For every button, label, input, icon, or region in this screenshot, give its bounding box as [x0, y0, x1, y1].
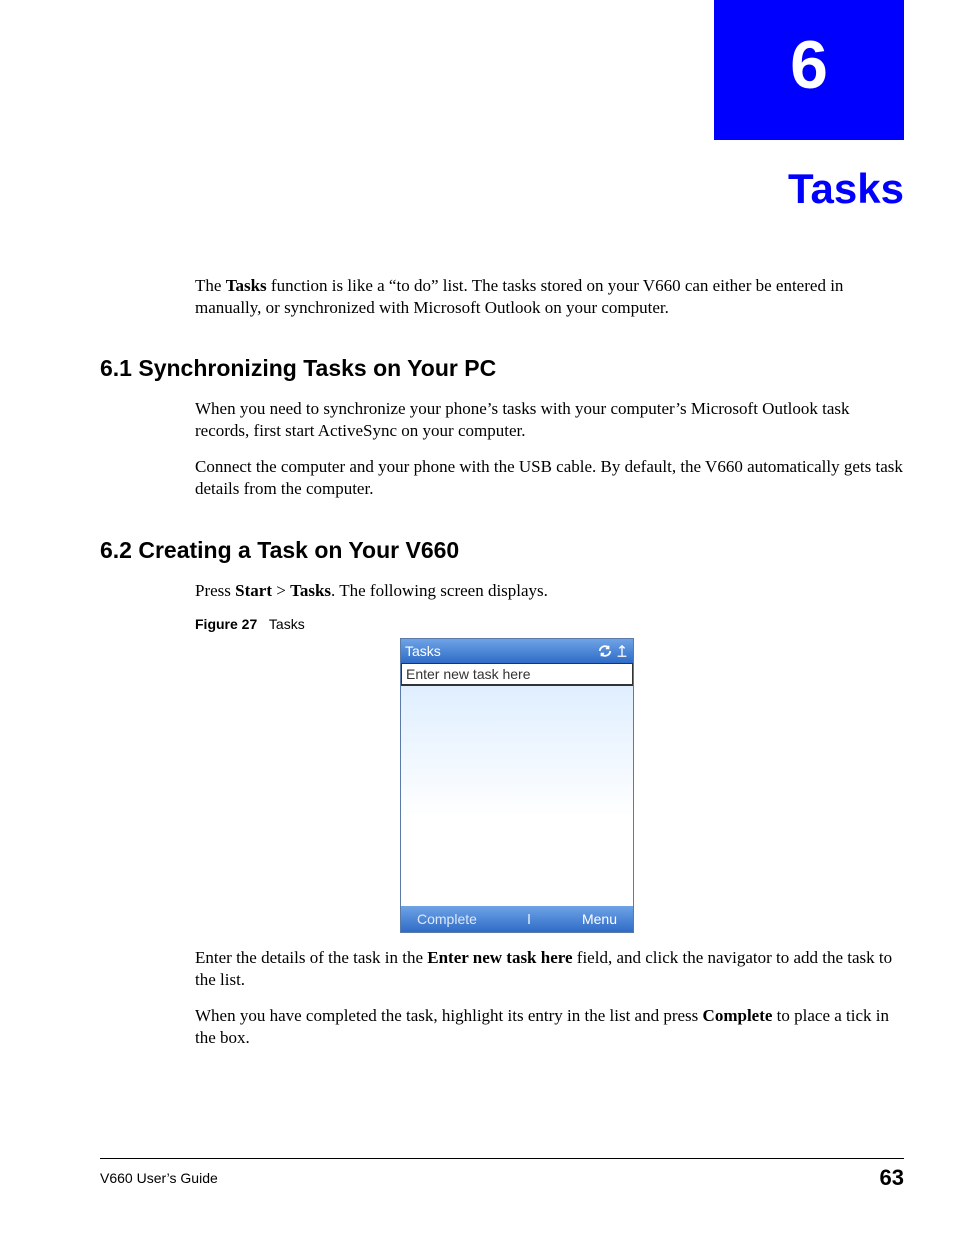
s62p2-a: Enter the details of the task in the [195, 948, 427, 967]
sync-icon [598, 644, 612, 658]
footer-guide-title: V660 User’s Guide [100, 1170, 218, 1186]
section-6-2-heading: 6.2 Creating a Task on Your V660 [100, 537, 904, 564]
section-6-1-heading: 6.1 Synchronizing Tasks on Your PC [100, 355, 904, 382]
chapter-number-box: 6 [714, 0, 904, 140]
s62-bold-start: Start [235, 581, 272, 600]
chapter-number: 6 [790, 27, 828, 103]
signal-icon [615, 644, 629, 658]
phone-task-list-area [401, 686, 633, 906]
phone-titlebar: Tasks [401, 639, 633, 663]
phone-softkey-divider [528, 914, 530, 924]
s62-gt: > [272, 581, 290, 600]
section-6-2-para-3: When you have completed the task, highli… [195, 1005, 904, 1049]
section-6-2-para-2: Enter the details of the task in the Ent… [195, 947, 904, 991]
s62-text-c: . The following screen displays. [331, 581, 548, 600]
phone-softkey-right: Menu [582, 911, 617, 927]
figure-27-screenshot: Tasks Enter new task here Complete Menu [400, 638, 904, 933]
s62p3-bold: Complete [703, 1006, 773, 1025]
page-content: The Tasks function is like a “to do” lis… [100, 275, 904, 1063]
intro-bold-1: Tasks [226, 276, 267, 295]
intro-paragraph: The Tasks function is like a “to do” lis… [195, 275, 904, 319]
chapter-title: Tasks [788, 165, 904, 213]
page-footer: V660 User’s Guide 63 [100, 1158, 904, 1191]
phone-softkey-left: Complete [417, 911, 477, 927]
figure-label-bold: Figure 27 [195, 616, 257, 632]
phone-title-text: Tasks [405, 643, 441, 659]
section-6-2-para-1: Press Start > Tasks. The following scree… [195, 580, 904, 602]
section-6-1-para-1: When you need to synchronize your phone’… [195, 398, 904, 442]
s62-text-a: Press [195, 581, 235, 600]
s62p3-a: When you have completed the task, highli… [195, 1006, 703, 1025]
intro-text: function is like a “to do” list. The tas… [195, 276, 843, 317]
s62-bold-tasks: Tasks [290, 581, 331, 600]
figure-caption: Figure 27 Tasks [195, 616, 904, 632]
section-6-1-para-2: Connect the computer and your phone with… [195, 456, 904, 500]
phone-screen: Tasks Enter new task here Complete Menu [400, 638, 634, 933]
s62p2-bold: Enter new task here [427, 948, 572, 967]
footer-page-number: 63 [880, 1165, 904, 1191]
phone-new-task-input: Enter new task here [401, 663, 633, 686]
figure-title-text: Tasks [269, 616, 305, 632]
phone-status-icons [598, 644, 629, 658]
phone-softkey-bar: Complete Menu [401, 906, 633, 932]
